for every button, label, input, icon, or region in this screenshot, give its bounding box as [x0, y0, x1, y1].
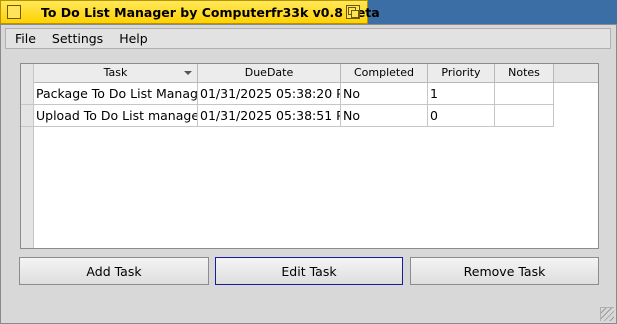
window-title-tab[interactable]: To Do List Manager by Computerfr33k v0.8…	[0, 0, 380, 24]
close-box-icon[interactable]	[7, 5, 21, 19]
remove-task-button[interactable]: Remove Task	[410, 257, 599, 285]
task-table[interactable]: Task DueDate Completed Priority Notes Pa…	[20, 63, 599, 249]
add-task-button[interactable]: Add Task	[19, 257, 209, 285]
header-filler	[554, 64, 598, 83]
menu-bar: File Settings Help	[5, 28, 611, 49]
table-header: Task DueDate Completed Priority Notes	[34, 64, 598, 83]
column-header-label: Priority	[441, 66, 481, 79]
menu-file[interactable]: File	[6, 29, 44, 48]
cell-duedate[interactable]: 01/31/2025 05:38:51 PM	[198, 105, 341, 127]
sort-arrow-icon	[184, 71, 192, 75]
column-header-label: DueDate	[244, 66, 294, 79]
column-header-task[interactable]: Task	[34, 64, 198, 83]
row-header[interactable]	[21, 83, 34, 105]
column-header-label: Task	[103, 66, 128, 79]
cell-duedate[interactable]: 01/31/2025 05:38:20 PM	[198, 83, 341, 105]
resize-grip-icon[interactable]	[600, 307, 614, 321]
menu-settings[interactable]: Settings	[44, 29, 111, 48]
column-header-label: Notes	[508, 66, 540, 79]
main-window: File Settings Help Task DueDate Complete…	[0, 24, 617, 324]
edit-task-button[interactable]: Edit Task	[215, 257, 403, 285]
cell-priority[interactable]: 1	[428, 83, 495, 105]
column-header-notes[interactable]: Notes	[495, 64, 554, 83]
column-header-completed[interactable]: Completed	[341, 64, 428, 83]
cell-task[interactable]: Upload To Do List manager	[34, 105, 198, 127]
window-title: To Do List Manager by Computerfr33k v0.8…	[41, 5, 380, 20]
column-header-priority[interactable]: Priority	[428, 64, 495, 83]
zoom-box-icon[interactable]	[346, 5, 360, 19]
column-header-duedate[interactable]: DueDate	[198, 64, 341, 83]
cell-task[interactable]: Package To Do List Manager	[34, 83, 198, 105]
cell-notes[interactable]	[495, 83, 554, 105]
cell-completed[interactable]: No	[341, 105, 428, 127]
column-header-label: Completed	[354, 66, 414, 79]
row-header[interactable]	[21, 105, 34, 127]
cell-priority[interactable]: 0	[428, 105, 495, 127]
menu-help[interactable]: Help	[111, 29, 156, 48]
cell-notes[interactable]	[495, 105, 554, 127]
cell-completed[interactable]: No	[341, 83, 428, 105]
